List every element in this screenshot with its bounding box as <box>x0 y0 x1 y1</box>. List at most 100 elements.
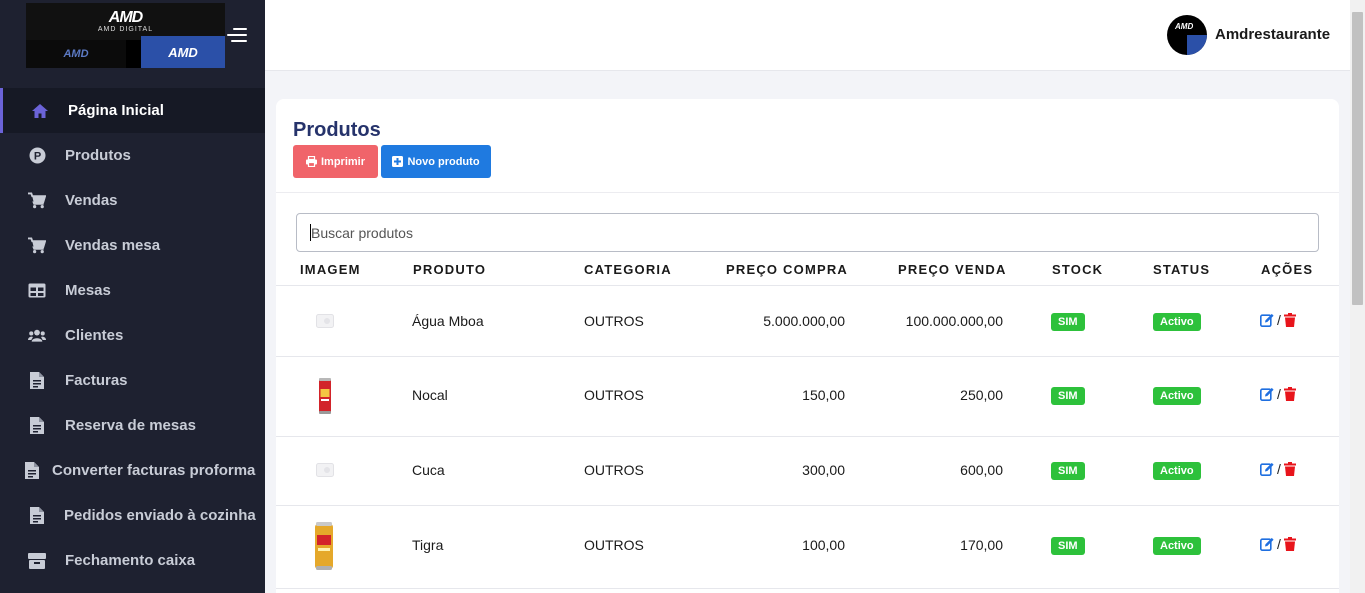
action-separator: / <box>1277 312 1281 328</box>
product-category: OUTROS <box>584 313 644 329</box>
sidebar-item-label: Vendas <box>65 192 118 209</box>
column-header: PREÇO COMPRA <box>726 262 849 277</box>
username[interactable]: Amdrestaurante <box>1215 26 1330 43</box>
action-separator: / <box>1277 536 1281 552</box>
sidebar-item-label: Produtos <box>65 147 131 164</box>
stock-badge: SIM <box>1051 387 1085 405</box>
products-card: Produtos Imprimir Novo produto IMAGEM PR… <box>276 99 1339 593</box>
purchase-price: 5.000.000,00 <box>763 313 845 329</box>
delete-icon[interactable] <box>1283 462 1298 476</box>
edit-icon[interactable] <box>1260 313 1274 327</box>
purchase-price: 150,00 <box>802 387 845 403</box>
printer-icon <box>305 156 317 167</box>
document-icon <box>28 507 46 525</box>
document-icon <box>23 462 41 480</box>
svg-text:P: P <box>33 151 40 163</box>
stock-badge: SIM <box>1051 537 1085 555</box>
action-separator: / <box>1277 386 1281 402</box>
search-input[interactable] <box>296 213 1319 252</box>
column-header: STOCK <box>1052 262 1104 277</box>
stock-badge: SIM <box>1051 313 1085 331</box>
logo-right-mark: AMD <box>168 44 198 60</box>
status-badge: Activo <box>1153 387 1201 405</box>
avatar[interactable]: AMD <box>1167 15 1207 55</box>
sidebar-item-label: Pedidos enviado à cozinha <box>64 507 256 524</box>
print-button[interactable]: Imprimir <box>293 145 378 178</box>
sidebar-item-label: Converter facturas proforma <box>52 462 256 479</box>
new-product-button[interactable]: Novo produto <box>381 145 491 178</box>
sidebar-item-reserva-de-mesas[interactable]: Reserva de mesas <box>0 403 265 448</box>
sidebar-item-label: Página Inicial <box>68 102 164 119</box>
menu-toggle-icon[interactable] <box>225 28 247 44</box>
delete-icon[interactable] <box>1283 313 1298 327</box>
row-actions: / <box>1260 536 1298 552</box>
sidebar-nav: Página Inicial P Produtos Vendas Vendas … <box>0 88 265 583</box>
product-category: OUTROS <box>584 387 644 403</box>
status-badge: Activo <box>1153 537 1201 555</box>
action-separator: / <box>1277 461 1281 477</box>
sidebar-item-label: Fechamento caixa <box>65 552 196 569</box>
table-row: Nocal OUTROS 150,00 250,00 SIM Activo / <box>276 357 1339 437</box>
sidebar-item-label: Reserva de mesas <box>65 417 196 434</box>
stock-badge: SIM <box>1051 462 1085 480</box>
box-icon <box>28 552 46 570</box>
column-header: PRODUTO <box>413 262 487 277</box>
scrollbar-thumb[interactable] <box>1352 12 1363 305</box>
sidebar-item-facturas[interactable]: Facturas <box>0 358 265 403</box>
sidebar-item-vendas-mesa[interactable]: Vendas mesa <box>0 223 265 268</box>
column-header: PREÇO VENDA <box>898 262 1007 277</box>
document-icon <box>28 417 46 435</box>
status-badge: Activo <box>1153 313 1201 331</box>
sidebar-item-pagina-inicial[interactable]: Página Inicial <box>0 88 265 133</box>
sidebar-item-pedidos-enviado-cozinha[interactable]: Pedidos enviado à cozinha <box>0 493 265 538</box>
delete-icon[interactable] <box>1283 387 1298 401</box>
logo-left-mark: AMD <box>63 48 89 60</box>
sidebar-item-mesas[interactable]: Mesas <box>0 268 265 313</box>
sidebar: AMD AMD DIGITAL AMD AMD Página Inicial P… <box>0 0 265 593</box>
page-scrollbar[interactable] <box>1350 0 1365 593</box>
cart-icon <box>28 237 46 255</box>
product-name: Tigra <box>412 537 444 553</box>
purchase-price: 300,00 <box>802 462 845 478</box>
sidebar-item-label: Mesas <box>65 282 111 299</box>
sidebar-item-fechamento-caixa[interactable]: Fechamento caixa <box>0 538 265 583</box>
status-badge: Activo <box>1153 462 1201 480</box>
edit-icon[interactable] <box>1260 537 1274 551</box>
cart-icon <box>28 192 46 210</box>
product-category: OUTROS <box>584 462 644 478</box>
sidebar-item-produtos[interactable]: P Produtos <box>0 133 265 178</box>
brand-logo[interactable]: AMD AMD DIGITAL AMD AMD <box>26 3 225 68</box>
row-actions: / <box>1260 312 1298 328</box>
product-icon: P <box>28 147 46 165</box>
text-caret <box>310 224 311 241</box>
sidebar-item-label: Facturas <box>65 372 128 389</box>
document-icon <box>28 372 46 390</box>
table-header: IMAGEM PRODUTO CATEGORIA PREÇO COMPRA PR… <box>276 252 1339 286</box>
print-button-label: Imprimir <box>320 155 365 168</box>
new-product-button-label: Novo produto <box>407 155 480 168</box>
sale-price: 250,00 <box>960 387 1003 403</box>
sidebar-item-label: Vendas mesa <box>65 237 161 254</box>
top-bar: AMD Amdrestaurante <box>265 0 1350 71</box>
sidebar-item-converter-facturas-proforma[interactable]: Converter facturas proforma <box>0 448 265 493</box>
product-name: Cuca <box>412 462 445 478</box>
row-actions: / <box>1260 386 1298 402</box>
sale-price: 100.000.000,00 <box>905 313 1003 329</box>
avatar-mark: AMD <box>1175 22 1194 31</box>
users-icon <box>28 327 46 345</box>
sidebar-item-vendas[interactable]: Vendas <box>0 178 265 223</box>
divider <box>276 192 1339 193</box>
product-category: OUTROS <box>584 537 644 553</box>
column-header: STATUS <box>1153 262 1211 277</box>
product-name: Água Mboa <box>412 313 484 329</box>
edit-icon[interactable] <box>1260 462 1274 476</box>
delete-icon[interactable] <box>1283 537 1298 551</box>
table-row: Água Mboa OUTROS 5.000.000,00 100.000.00… <box>276 287 1339 357</box>
column-header: AÇÕES <box>1261 262 1314 277</box>
table-row: Cuca OUTROS 300,00 600,00 SIM Activo / <box>276 437 1339 506</box>
logo-subtitle: AMD DIGITAL <box>97 25 154 33</box>
logo-mark: AMD <box>108 8 143 26</box>
edit-icon[interactable] <box>1260 387 1274 401</box>
sidebar-item-clientes[interactable]: Clientes <box>0 313 265 358</box>
product-name: Nocal <box>412 387 448 403</box>
